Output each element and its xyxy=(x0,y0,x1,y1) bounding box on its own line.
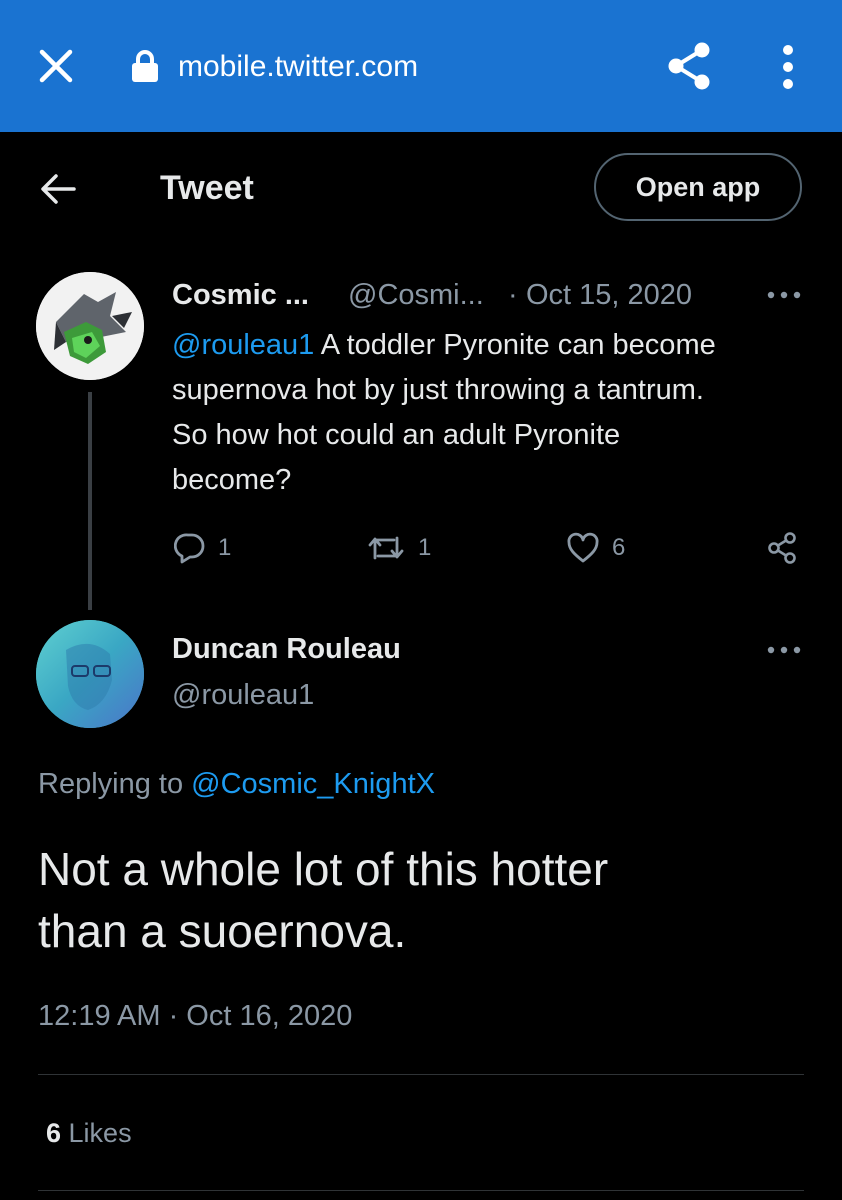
retweet-icon xyxy=(368,536,404,560)
heart-icon xyxy=(567,532,599,563)
author-name[interactable]: Duncan Rouleau xyxy=(172,632,401,666)
reply-icon xyxy=(174,533,205,564)
replying-to-label: Replying to xyxy=(38,768,192,800)
likes-stat[interactable]: 6 Likes xyxy=(46,1116,132,1150)
like-button[interactable]: 6 xyxy=(566,532,625,564)
separator-dot: · xyxy=(508,279,518,311)
divider xyxy=(38,1074,804,1075)
arrow-left-icon[interactable] xyxy=(38,172,78,206)
page-title: Tweet xyxy=(160,169,254,207)
lock-icon xyxy=(132,50,158,82)
author-handle[interactable]: @rouleau1 xyxy=(172,678,314,712)
parent-author-handle[interactable]: @Cosmi... xyxy=(348,278,484,312)
like-count: 6 xyxy=(612,534,626,561)
thread-connector-line xyxy=(88,392,92,610)
replying-to-link[interactable]: @Cosmic_KnightX xyxy=(191,768,435,800)
divider xyxy=(38,1190,804,1191)
parent-tweet-date[interactable]: Oct 15, 2020 xyxy=(526,278,692,312)
share-icon[interactable] xyxy=(764,530,800,566)
tweet-timestamp[interactable]: 12:19 AM · Oct 16, 2020 xyxy=(38,998,352,1034)
avatar-image xyxy=(36,272,144,380)
reply-count: 1 xyxy=(218,534,232,561)
parent-author-name[interactable]: Cosmic ... xyxy=(172,278,309,312)
tweet-text: Not a whole lot of this hotter than a su… xyxy=(38,843,609,957)
mention-link[interactable]: @rouleau1 xyxy=(172,329,314,361)
more-vertical-icon[interactable] xyxy=(776,44,800,90)
replying-to-line: Replying to @Cosmic_KnightX xyxy=(38,766,435,802)
likes-label: Likes xyxy=(61,1118,132,1148)
close-icon[interactable] xyxy=(36,46,76,86)
more-horizontal-icon[interactable] xyxy=(766,645,802,655)
open-app-button[interactable]: Open app xyxy=(594,153,802,221)
retweet-button[interactable]: 1 xyxy=(366,532,431,564)
avatar[interactable] xyxy=(36,272,144,380)
share-icon[interactable] xyxy=(664,40,714,92)
avatar-image xyxy=(36,620,144,728)
likes-count: 6 xyxy=(46,1118,62,1148)
reply-button[interactable]: 1 xyxy=(174,532,231,564)
browser-toolbar: mobile.twitter.com xyxy=(0,0,842,132)
address-bar-url[interactable]: mobile.twitter.com xyxy=(178,50,418,84)
more-horizontal-icon[interactable] xyxy=(766,290,802,300)
avatar[interactable] xyxy=(36,620,144,728)
parent-tweet-text: @rouleau1 A toddler Pyronite can become … xyxy=(172,323,812,503)
retweet-count: 1 xyxy=(418,534,432,561)
